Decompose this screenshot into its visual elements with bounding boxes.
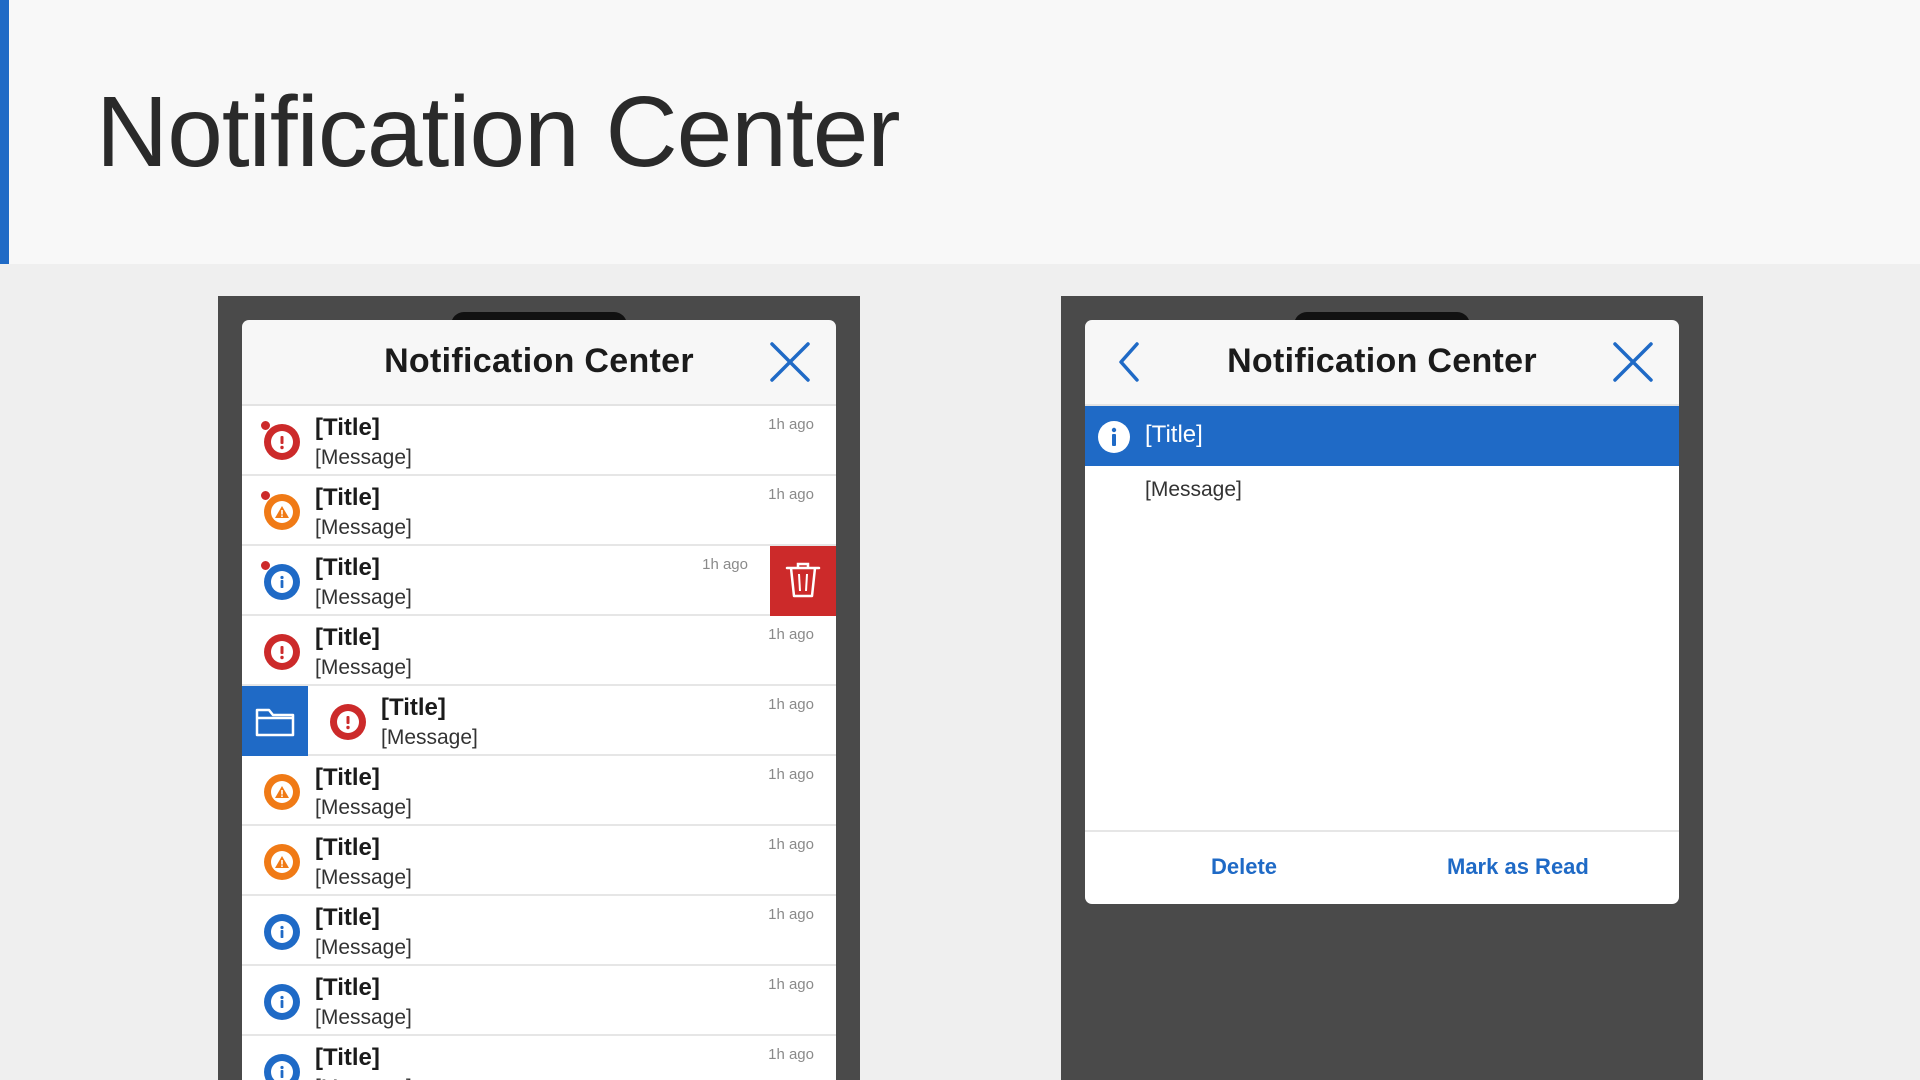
- item-message: [Message]: [315, 446, 412, 469]
- list-item[interactable]: [Title] [Message] 1h ago: [242, 476, 836, 546]
- list-item[interactable]: [Title] [Message] 1h ago: [242, 896, 836, 966]
- detail-title: [Title]: [1145, 421, 1203, 448]
- warning-icon: [264, 494, 300, 530]
- item-message: [Message]: [315, 586, 412, 609]
- warning-icon: [264, 774, 300, 810]
- page-title: Notification Center: [96, 76, 901, 188]
- item-timestamp: 1h ago: [768, 906, 814, 923]
- list-header: Notification Center: [242, 320, 836, 406]
- notification-list: [Title] [Message] 1h ago [Title] [Message] 1h…: [242, 406, 836, 1080]
- item-message: [Message]: [315, 796, 412, 819]
- phone-detail-view: Notification Center [Title] [Message] De…: [1061, 296, 1703, 1080]
- item-message: [Message]: [315, 866, 412, 889]
- error-icon: [264, 634, 300, 670]
- item-message: [Message]: [315, 516, 412, 539]
- unread-indicator: [260, 490, 271, 501]
- item-timestamp: 1h ago: [768, 976, 814, 993]
- item-title: [Title]: [315, 974, 380, 1001]
- notification-detail: [Title] [Message] Delete Mark as Read: [1085, 406, 1679, 904]
- item-title: [Title]: [315, 904, 380, 931]
- item-title: [Title]: [315, 484, 380, 511]
- list-item[interactable]: [Title] [Message] 1h ago: [242, 686, 836, 756]
- item-message: [Message]: [381, 726, 478, 749]
- error-icon: [264, 424, 300, 460]
- item-title: [Title]: [315, 554, 380, 581]
- list-header-title: Notification Center: [384, 342, 694, 380]
- info-icon: [264, 1054, 300, 1080]
- item-message: [Message]: [315, 936, 412, 959]
- item-timestamp: 1h ago: [702, 556, 748, 573]
- trash-icon: [785, 562, 821, 598]
- detail-actions: Delete Mark as Read: [1085, 830, 1679, 904]
- detail-header-title: Notification Center: [1227, 342, 1537, 380]
- error-icon: [330, 704, 366, 740]
- warning-icon: [264, 844, 300, 880]
- archive-action[interactable]: [242, 686, 308, 756]
- info-icon: [1098, 421, 1130, 453]
- item-title: [Title]: [315, 834, 380, 861]
- item-message: [Message]: [315, 1076, 412, 1080]
- mark-as-read-button[interactable]: Mark as Read: [1447, 854, 1589, 880]
- info-icon: [264, 564, 300, 600]
- item-title: [Title]: [315, 414, 380, 441]
- detail-header: Notification Center: [1085, 320, 1679, 406]
- list-item[interactable]: [Title] [Message] 1h ago: [242, 756, 836, 826]
- item-timestamp: 1h ago: [768, 416, 814, 433]
- item-timestamp: 1h ago: [768, 766, 814, 783]
- unread-indicator: [260, 560, 271, 571]
- folder-icon: [255, 708, 295, 737]
- item-timestamp: 1h ago: [768, 626, 814, 643]
- delete-button[interactable]: Delete: [1211, 854, 1277, 880]
- close-icon[interactable]: [768, 340, 812, 384]
- delete-action[interactable]: [770, 546, 836, 616]
- item-title: [Title]: [315, 624, 380, 651]
- unread-indicator: [260, 420, 271, 431]
- list-item[interactable]: [Title] [Message] 1h ago: [242, 966, 836, 1036]
- list-item[interactable]: [Title] [Message] 1h ago: [242, 616, 836, 686]
- item-timestamp: 1h ago: [768, 1046, 814, 1063]
- close-icon[interactable]: [1611, 340, 1655, 384]
- item-timestamp: 1h ago: [768, 696, 814, 713]
- list-item[interactable]: [Title] [Message] 1h ago: [242, 1036, 836, 1080]
- list-item[interactable]: [Title] [Message] 1h ago: [242, 826, 836, 896]
- item-title: [Title]: [315, 1044, 380, 1071]
- item-timestamp: 1h ago: [768, 836, 814, 853]
- info-icon: [264, 914, 300, 950]
- detail-title-bar: [Title]: [1085, 406, 1679, 466]
- item-timestamp: 1h ago: [768, 486, 814, 503]
- item-message: [Message]: [315, 656, 412, 679]
- item-title: [Title]: [315, 764, 380, 791]
- detail-message: [Message]: [1145, 478, 1242, 501]
- item-message: [Message]: [315, 1006, 412, 1029]
- list-item[interactable]: [Title] [Message] 1h ago: [242, 406, 836, 476]
- info-icon: [264, 984, 300, 1020]
- list-item[interactable]: [Title] [Message] 1h ago: [242, 546, 836, 616]
- phone-list-view: Notification Center [Title] [Message] 1h a…: [218, 296, 860, 1080]
- header-banner: Notification Center: [0, 0, 1920, 264]
- banner-accent-bar: [0, 0, 9, 264]
- item-title: [Title]: [381, 694, 446, 721]
